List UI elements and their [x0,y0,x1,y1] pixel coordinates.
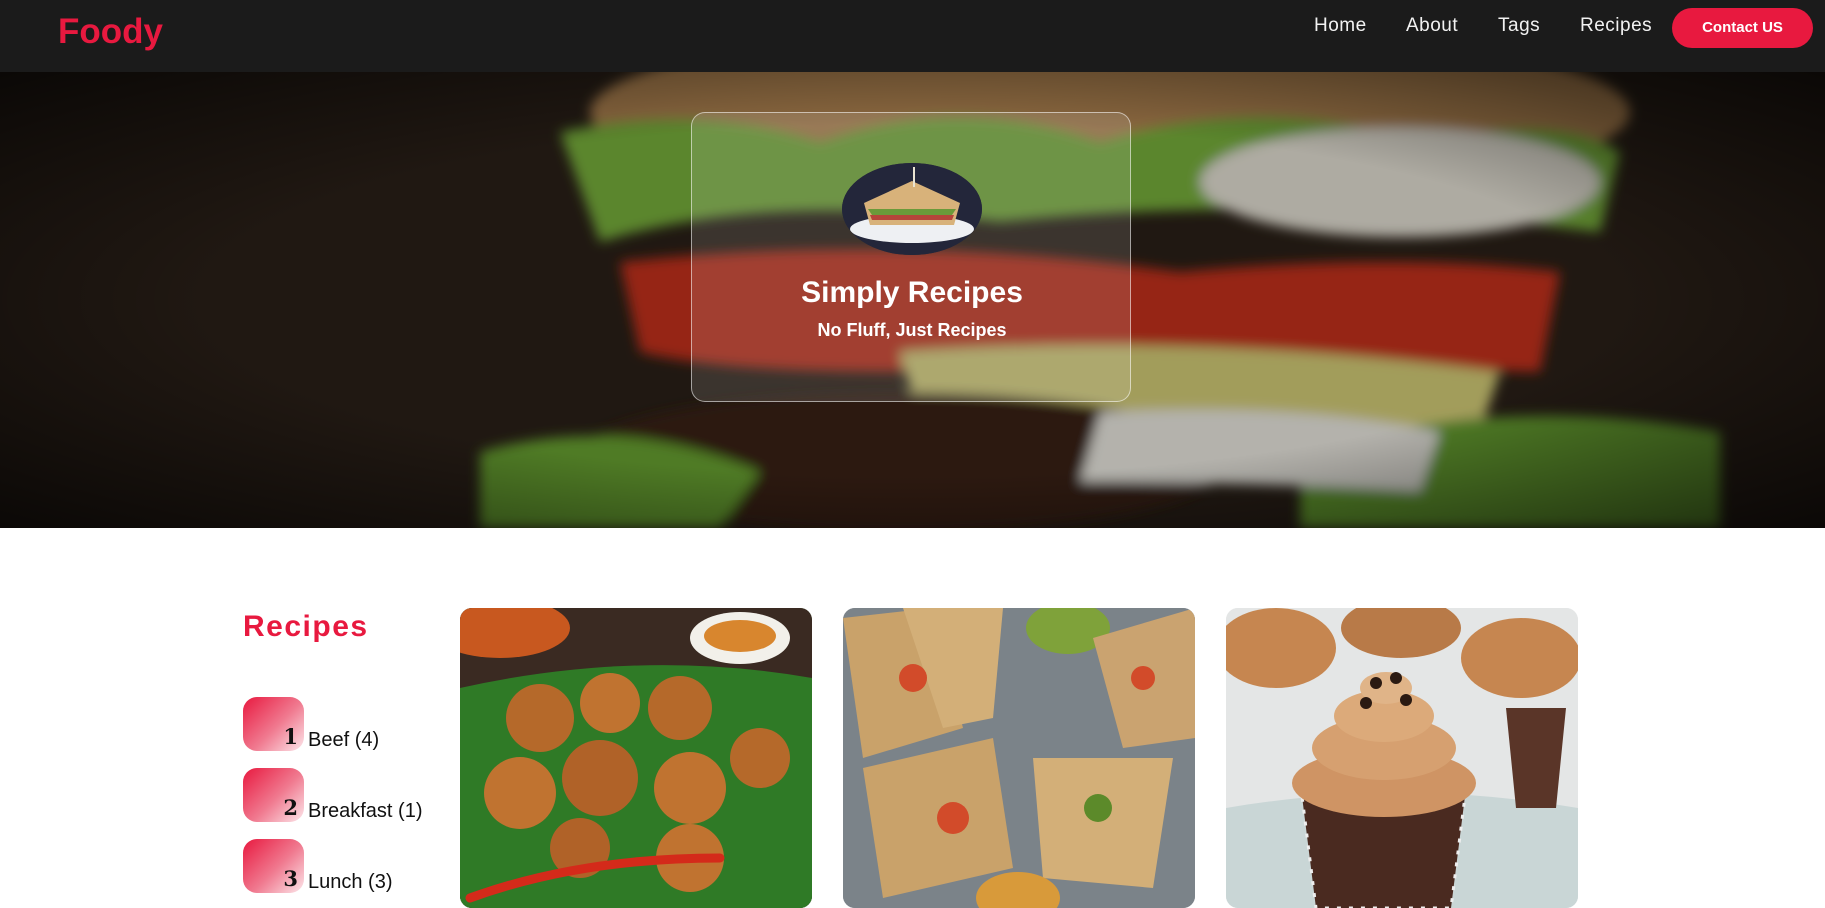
nav-link-about[interactable]: About [1406,15,1458,37]
cupcake-photo [1226,608,1578,908]
nav-link-tags[interactable]: Tags [1498,15,1540,37]
nav-link-recipes[interactable]: Recipes [1580,15,1652,37]
tag-label[interactable]: Beef (4) [308,729,379,752]
hero-subtitle: No Fluff, Just Recipes [817,320,1007,340]
hero-card: Simply Recipes No Fluff, Just Recipes [691,112,1131,402]
navbar: Foody Home About Tags Recipes Contact US [0,0,1825,72]
nav-link-home[interactable]: Home [1314,15,1367,37]
tag-item-lunch[interactable]: 3 Lunch (3) [243,839,463,895]
tag-number: 3 [283,866,298,891]
recipe-card-wraps[interactable] [843,608,1195,908]
tag-item-breakfast[interactable]: 2 Breakfast (1) [243,768,463,824]
tag-number-badge: 1 [243,697,304,751]
wraps-photo [843,608,1195,908]
contact-button[interactable]: Contact US [1672,8,1813,48]
tag-label[interactable]: Breakfast (1) [308,800,422,823]
tag-number: 2 [283,795,298,820]
brand-logo[interactable]: Foody [58,12,163,52]
hero-banner: Simply Recipes No Fluff, Just Recipes [0,72,1825,528]
fried-chicken-photo [460,608,812,908]
recipe-card-cupcake[interactable] [1226,608,1578,908]
tag-number: 1 [283,724,298,749]
hero-title: Simply Recipes [801,276,1023,309]
recipe-card-fried-chicken[interactable] [460,608,812,908]
tag-label[interactable]: Lunch (3) [308,871,393,894]
sandwich-icon [842,163,982,255]
sidebar-title: Recipes [243,610,369,643]
tag-item-beef[interactable]: 1 Beef (4) [243,697,463,753]
sandwich-avatar [842,163,982,255]
tag-number-badge: 2 [243,768,304,822]
tag-number-badge: 3 [243,839,304,893]
